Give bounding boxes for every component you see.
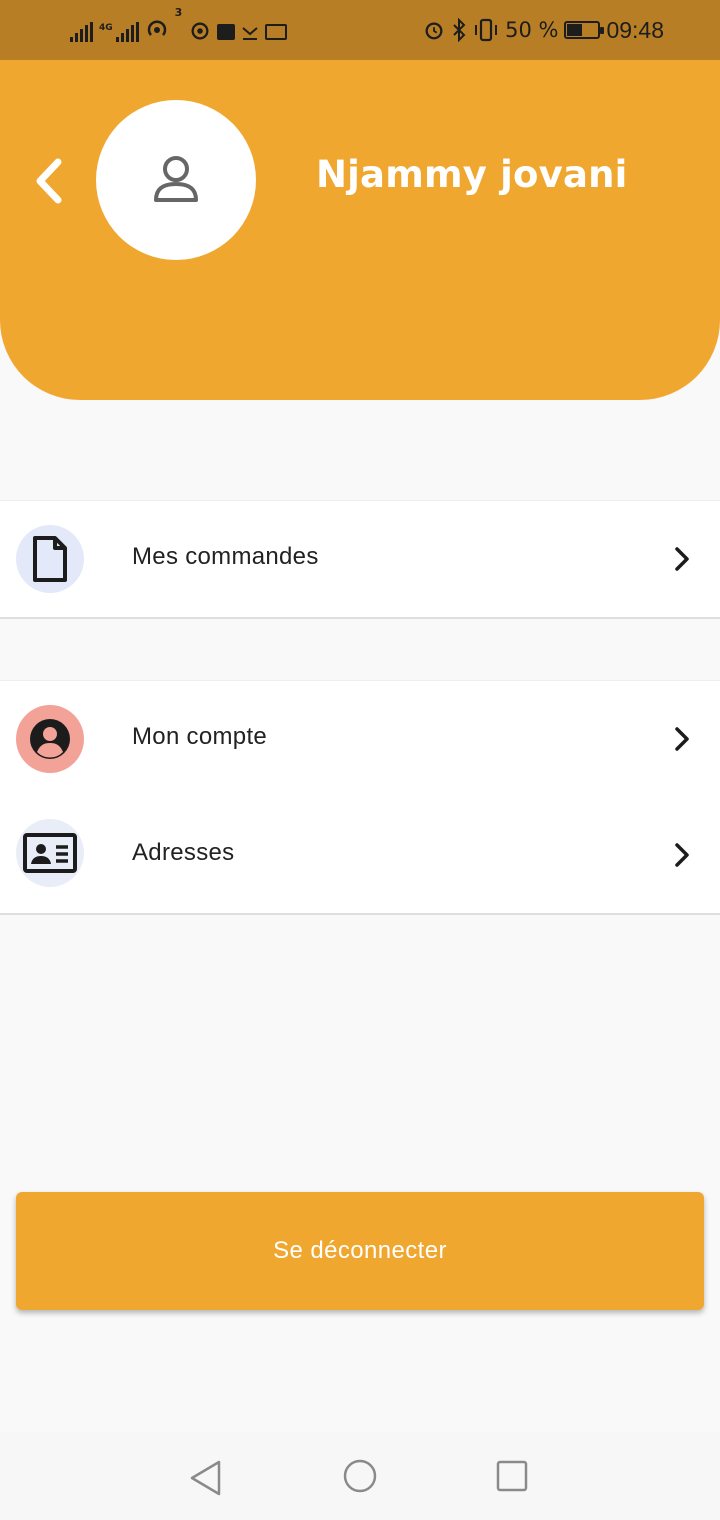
- person-icon: [154, 156, 198, 202]
- system-nav-bar: [0, 1432, 720, 1520]
- battery-icon: [564, 21, 605, 39]
- chevron-right-icon: [675, 727, 689, 751]
- menu-section-account: Mon compte Adresses: [0, 680, 720, 915]
- chevron-right-icon: [675, 843, 689, 867]
- back-button[interactable]: [28, 156, 70, 206]
- network-type-label: 4G: [99, 23, 113, 33]
- hotspot-icon: [147, 20, 166, 36]
- notification-count: 3: [174, 6, 183, 19]
- signal-icon: [70, 22, 93, 42]
- status-left-icons: 4G 3: [70, 7, 288, 42]
- menu-icon-bg: [16, 705, 84, 773]
- menu-item-addresses[interactable]: Adresses: [0, 797, 720, 913]
- vibrate-icon: [475, 18, 498, 42]
- user-name: Njammy jovani: [316, 153, 628, 196]
- battery-percent: 50 %: [505, 18, 559, 42]
- menu-icon-bg: [16, 525, 84, 593]
- mail-icon: [265, 24, 288, 40]
- status-right-icons: 50 % 09:48: [423, 14, 664, 46]
- menu-item-account[interactable]: Mon compte: [0, 681, 720, 797]
- signal-4g-icon: 4G: [99, 22, 139, 42]
- alarm-icon: [425, 22, 443, 40]
- menu-label-account: Mon compte: [132, 723, 268, 750]
- menu-label-orders: Mes commandes: [132, 543, 319, 570]
- clock: 09:48: [606, 16, 664, 43]
- menu-section-orders: Mes commandes: [0, 500, 720, 619]
- gmail-icon: [242, 27, 258, 40]
- status-bar: 4G 3 50 % 09:48: [0, 0, 720, 60]
- logout-button[interactable]: Se déconnecter: [16, 1192, 704, 1310]
- nav-recents-icon[interactable]: [492, 1458, 532, 1498]
- contact-card-icon: [23, 833, 77, 873]
- chevron-right-icon: [675, 547, 689, 571]
- profile-header: Njammy jovani: [0, 60, 720, 400]
- menu-item-orders[interactable]: Mes commandes: [0, 501, 720, 617]
- menu-label-addresses: Adresses: [132, 839, 235, 866]
- account-circle-icon: [30, 719, 70, 759]
- menu-icon-bg: [16, 819, 84, 887]
- nav-home-icon[interactable]: [340, 1458, 380, 1498]
- nav-back-icon[interactable]: [186, 1458, 226, 1498]
- hotspot-icon: [191, 22, 209, 40]
- document-icon: [33, 536, 67, 582]
- avatar[interactable]: [96, 100, 256, 260]
- battery-fill: [567, 24, 583, 36]
- chevron-left-icon: [36, 158, 62, 204]
- bluetooth-icon: [453, 18, 466, 42]
- facebook-icon: [217, 24, 236, 40]
